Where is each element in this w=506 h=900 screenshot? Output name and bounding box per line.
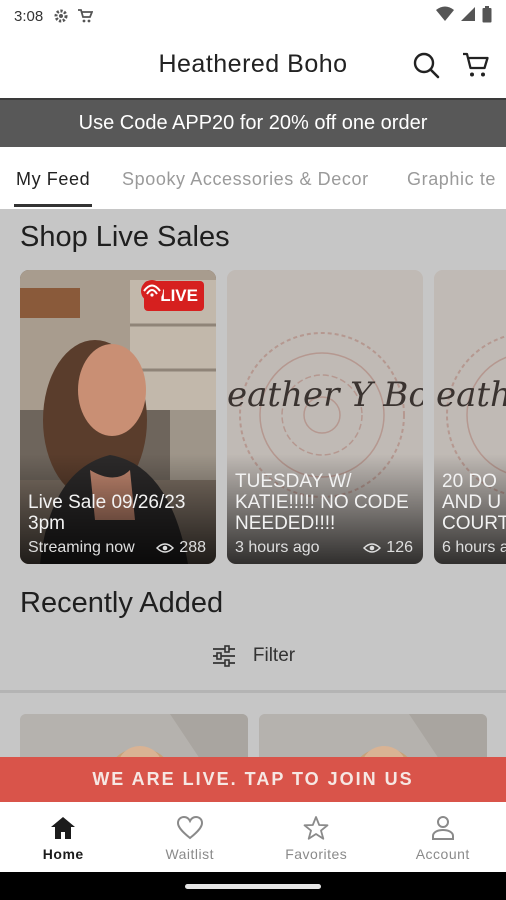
- eye-icon: [363, 543, 382, 553]
- tab-spooky-accessories[interactable]: Spooky Accessories & Decor: [122, 169, 369, 190]
- promo-text: Use Code APP20 for 20% off one order: [78, 112, 428, 134]
- join-live-text: WE ARE LIVE. TAP TO JOIN US: [92, 769, 414, 789]
- live-sale-title: TUESDAY W/ KATIE!!!!! NO CODE NEEDED!!!!: [235, 471, 409, 534]
- live-badge: LIVE: [141, 280, 204, 311]
- status-time: 3:08: [14, 7, 44, 25]
- live-sale-card[interactable]: LIVE Live Sale 09/26/23 3pm Streaming no…: [20, 270, 216, 564]
- broadcast-icon: [141, 280, 163, 302]
- sliders-icon: [212, 645, 235, 667]
- battery-icon: [482, 5, 492, 27]
- live-sale-card[interactable]: eather Y Bo TUESDAY W/ KATIE!!!!! NO COD…: [227, 270, 423, 564]
- join-live-banner[interactable]: WE ARE LIVE. TAP TO JOIN US: [0, 757, 506, 802]
- app-screen: 3:08 Heathered Boho Use Code APP20 for 2…: [0, 0, 506, 900]
- view-count: 288: [156, 539, 206, 557]
- live-sale-title: Live Sale 09/26/23 3pm: [28, 492, 186, 534]
- status-bar: 3:08: [0, 0, 506, 32]
- star-icon: [302, 814, 330, 842]
- card-logo-script: eather Y Bo: [436, 375, 506, 415]
- filter-label: Filter: [252, 645, 296, 666]
- nav-account[interactable]: Account: [380, 802, 506, 872]
- home-icon: [49, 814, 77, 842]
- cart-icon[interactable]: [460, 49, 492, 81]
- live-sale-status: 6 hours a: [442, 539, 506, 556]
- bottom-navigation: Home Waitlist Favorites Account: [0, 802, 506, 872]
- feed-content: Shop Live Sales LIVE Live Sale 09/26/23 …: [0, 209, 506, 774]
- cart-notification-icon: [75, 6, 95, 26]
- system-gesture-bar: [0, 872, 506, 900]
- nav-waitlist[interactable]: Waitlist: [127, 802, 254, 872]
- category-tabs: My Feed Spooky Accessories & Decor Graph…: [0, 147, 506, 209]
- tab-graphic-tees[interactable]: Graphic te: [407, 169, 496, 190]
- filter-button[interactable]: Filter: [0, 641, 506, 671]
- nav-account-label: Account: [415, 846, 470, 862]
- nav-favorites-label: Favorites: [285, 846, 348, 862]
- view-count: 126: [363, 539, 413, 557]
- card-logo-script: eather Y Bo: [227, 375, 423, 415]
- wifi-icon: [436, 6, 454, 26]
- live-sale-title: 20 DO AND U COURT: [442, 471, 506, 534]
- recently-added-heading: Recently Added: [20, 587, 224, 619]
- section-divider: [0, 690, 506, 693]
- view-count-value: 126: [386, 539, 413, 556]
- signal-icon: [460, 6, 476, 26]
- view-count-value: 288: [179, 539, 206, 556]
- settings-gear-icon: [51, 6, 71, 26]
- live-sale-status: 3 hours ago: [235, 539, 320, 556]
- person-icon: [429, 814, 457, 842]
- status-right-icons: [436, 5, 492, 27]
- heart-icon: [176, 814, 204, 842]
- promo-banner[interactable]: Use Code APP20 for 20% off one order: [0, 98, 506, 147]
- nav-home[interactable]: Home: [0, 802, 127, 872]
- live-sale-status: Streaming now: [28, 539, 135, 556]
- live-sale-card[interactable]: eather Y Bo 20 DO AND U COURT 6 hours a: [434, 270, 506, 564]
- active-tab-indicator: [14, 204, 92, 207]
- live-sales-heading: Shop Live Sales: [20, 221, 230, 253]
- home-gesture-handle[interactable]: [185, 884, 321, 889]
- tab-my-feed[interactable]: My Feed: [16, 169, 90, 190]
- nav-home-label: Home: [42, 846, 84, 862]
- nav-favorites[interactable]: Favorites: [253, 802, 380, 872]
- app-header: Heathered Boho: [0, 32, 506, 98]
- search-icon[interactable]: [410, 49, 442, 81]
- eye-icon: [156, 543, 175, 553]
- nav-waitlist-label: Waitlist: [165, 846, 215, 862]
